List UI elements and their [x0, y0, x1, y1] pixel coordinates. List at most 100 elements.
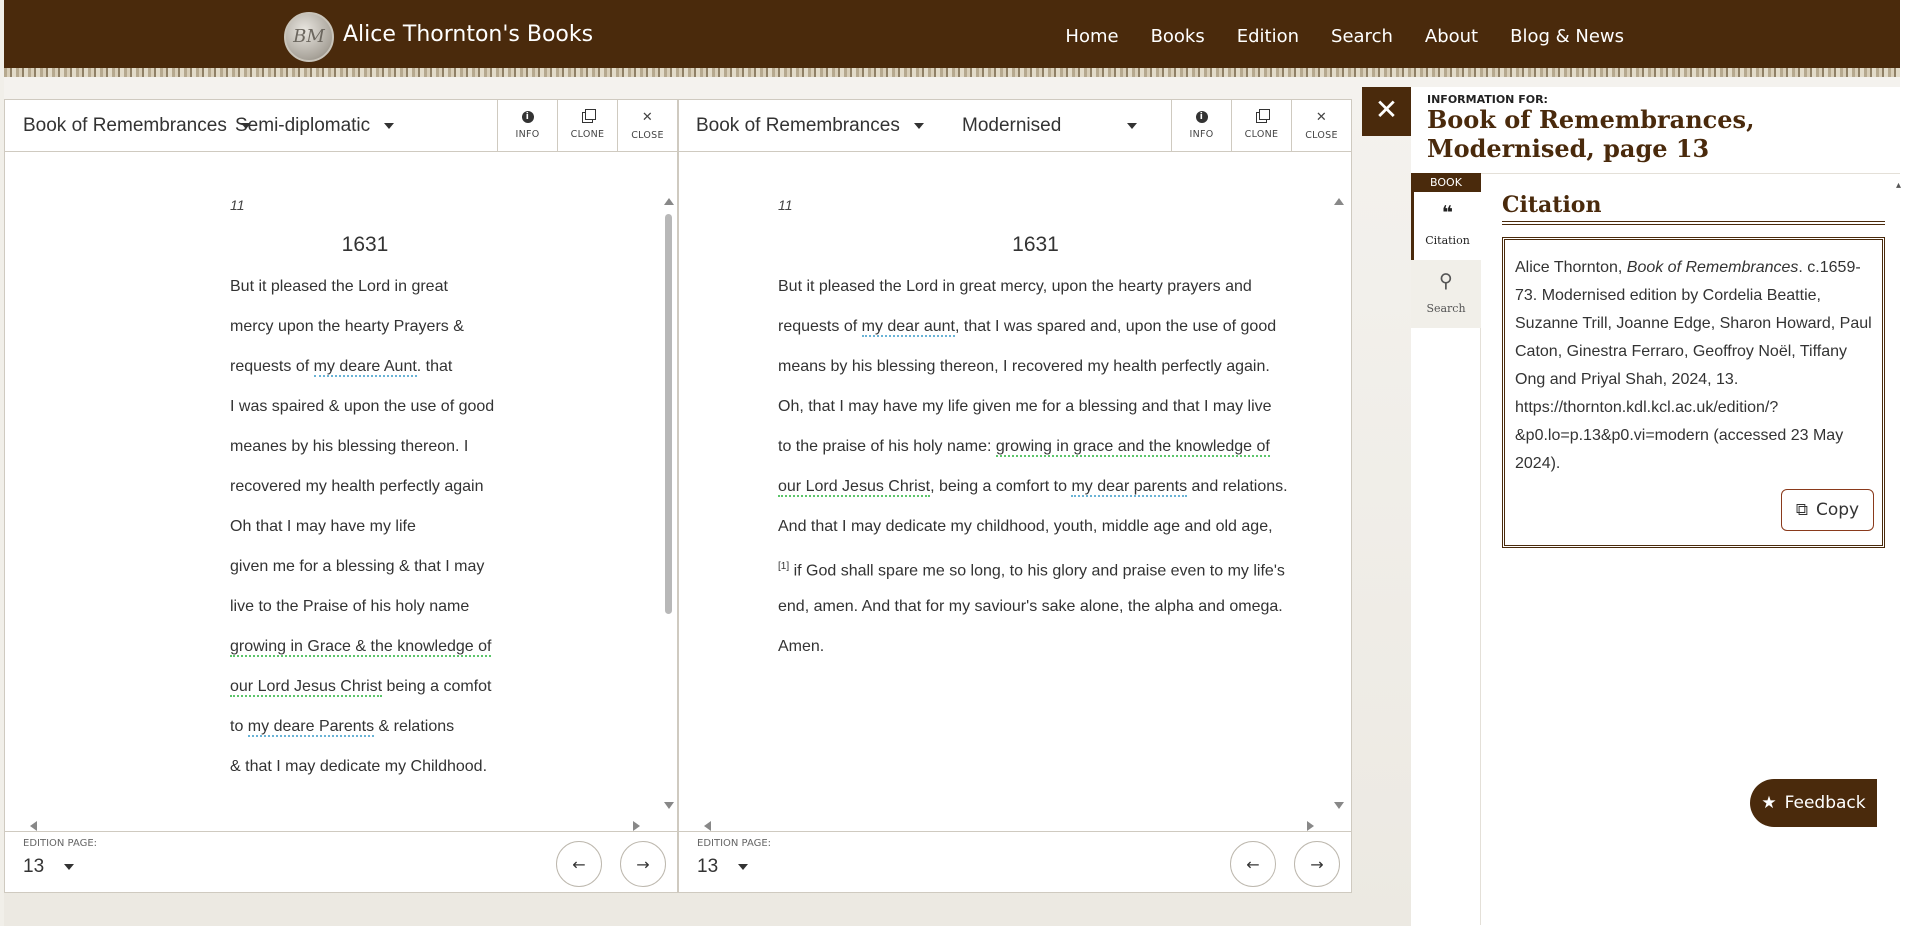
- nav-edition[interactable]: Edition: [1237, 26, 1299, 47]
- footnote-marker[interactable]: [1]: [778, 561, 789, 572]
- text-segment: . that: [416, 358, 453, 375]
- previous-page-button[interactable]: ←: [1230, 841, 1276, 887]
- vertical-scrollbar[interactable]: [661, 152, 675, 809]
- year-heading: 1631: [1012, 233, 1059, 256]
- book-select-value: Book of Remembrances: [23, 115, 227, 136]
- text-segment: mercy upon the hearty Prayers &: [230, 318, 464, 335]
- clone-button[interactable]: CLONE: [557, 100, 617, 151]
- text-segment: requests of: [778, 318, 862, 335]
- panel-tool-buttons: i INFO CLONE ✕ CLOSE: [497, 100, 677, 151]
- copy-icon: ⧉: [1795, 500, 1808, 520]
- book-select[interactable]: Book of Remembrances: [23, 115, 251, 137]
- citation-heading: Citation: [1502, 192, 1602, 218]
- text-segment: , that I was spared and, upon the use of…: [955, 318, 1277, 335]
- nav-search[interactable]: Search: [1331, 26, 1393, 47]
- text-segment: And that I may dedicate my childhood, yo…: [778, 518, 1273, 535]
- text-line: Oh that I may have my life: [230, 515, 510, 555]
- side-tabs-heading: BOOK: [1411, 173, 1481, 192]
- panel-footer: EDITION PAGE: 13 ← →: [5, 831, 677, 892]
- scroll-left-icon[interactable]: [30, 821, 37, 831]
- text-segment: recovered my health perfectly again: [230, 478, 484, 495]
- person-annotation[interactable]: my deare Aunt: [313, 358, 417, 377]
- scroll-down-icon[interactable]: [664, 802, 674, 809]
- panel-toolbar: Book of Remembrances Modernised i INFO C…: [679, 100, 1351, 152]
- edition-page-select[interactable]: 13: [23, 856, 75, 878]
- text-line: I was spaired & upon the use of good: [230, 395, 510, 435]
- next-page-button[interactable]: →: [620, 841, 666, 887]
- previous-page-button[interactable]: ←: [556, 841, 602, 887]
- site-logo[interactable]: BM: [284, 12, 334, 62]
- tab-label: Search: [1426, 302, 1466, 315]
- text-segment: & that I may dedicate my Childhood.: [230, 758, 488, 775]
- panel-tool-buttons: i INFO CLONE ✕ CLOSE: [1171, 100, 1351, 151]
- site-title[interactable]: Alice Thornton's Books: [343, 22, 593, 47]
- close-info-panel-button[interactable]: ✕: [1362, 87, 1411, 136]
- text-line: our Lord Jesus Christ being a comfot: [230, 675, 510, 715]
- phrase-annotation[interactable]: growing in grace and the knowledge of: [995, 438, 1270, 457]
- text-line: live to the Praise of his holy name: [230, 595, 510, 635]
- text-line: Oh, that I may have my life given me for…: [778, 395, 1338, 435]
- book-select[interactable]: Book of Remembrances: [696, 115, 924, 137]
- panel-footer: EDITION PAGE: 13 ← →: [679, 831, 1351, 892]
- info-button[interactable]: i INFO: [1171, 100, 1231, 151]
- scroll-right-icon[interactable]: [633, 821, 640, 831]
- next-page-button[interactable]: →: [1294, 841, 1340, 887]
- person-annotation[interactable]: my dear parents: [1071, 478, 1188, 497]
- text-line: But it pleased the Lord in great: [230, 275, 510, 315]
- text-segment: But it pleased the Lord in great: [230, 278, 448, 295]
- text-segment: & relations: [374, 718, 455, 735]
- scroll-right-icon[interactable]: [1307, 821, 1314, 831]
- info-icon: i: [521, 111, 534, 123]
- panel-toolbar: Book of Remembrances Semi-diplomatic i I…: [5, 100, 677, 152]
- view-select[interactable]: Semi-diplomatic: [235, 115, 395, 137]
- tab-citation[interactable]: ❝ Citation: [1411, 192, 1481, 260]
- star-icon: ★: [1761, 793, 1777, 813]
- view-select-value: Semi-diplomatic: [235, 115, 371, 136]
- edition-page-label: EDITION PAGE:: [23, 838, 98, 849]
- phrase-annotation[interactable]: growing in Grace & the knowledge of: [230, 638, 492, 657]
- text-line: recovered my health perfectly again: [230, 475, 510, 515]
- text-line: & that I may dedicate my Childhood.: [230, 755, 510, 795]
- clone-button[interactable]: CLONE: [1231, 100, 1291, 151]
- tab-search[interactable]: ⚲ Search: [1411, 260, 1481, 328]
- close-button[interactable]: ✕ CLOSE: [1291, 100, 1351, 151]
- info-side-tabs: BOOK ❝ Citation ⚲ Search: [1411, 173, 1481, 925]
- text-segment: given me for a blessing & that I may: [230, 558, 485, 575]
- scroll-up-icon[interactable]: [1334, 198, 1344, 205]
- collapse-arrow-icon[interactable]: ▴: [1896, 180, 1901, 191]
- text-line: [1] if God shall spare me so long, to hi…: [778, 555, 1338, 595]
- scroll-up-icon[interactable]: [664, 198, 674, 205]
- vertical-scrollbar[interactable]: [1331, 152, 1345, 809]
- main-nav: Home Books Edition Search About Blog & N…: [1065, 26, 1624, 47]
- close-button[interactable]: ✕ CLOSE: [617, 100, 677, 151]
- close-icon: ✕: [641, 109, 654, 125]
- edition-page-select[interactable]: 13: [697, 856, 749, 878]
- text-segment: But it pleased the Lord in great mercy, …: [778, 278, 1252, 295]
- scroll-down-icon[interactable]: [1334, 802, 1344, 809]
- info-panel-title: Book of Remembrances, Modernised, page 1…: [1427, 105, 1755, 163]
- copy-button[interactable]: ⧉ Copy: [1781, 489, 1874, 531]
- phrase-annotation[interactable]: our Lord Jesus Christ: [778, 478, 931, 497]
- text-segment: requests of: [230, 358, 314, 375]
- nav-home[interactable]: Home: [1065, 26, 1118, 47]
- copy-label: Copy: [1816, 500, 1860, 520]
- phrase-annotation[interactable]: our Lord Jesus Christ: [230, 678, 383, 697]
- arrow-right-icon: →: [636, 854, 650, 874]
- scroll-left-icon[interactable]: [704, 821, 711, 831]
- nav-about[interactable]: About: [1425, 26, 1478, 47]
- text-line: requests of my deare Aunt. that: [230, 355, 510, 395]
- clone-icon: [1256, 108, 1270, 123]
- info-icon: i: [1195, 111, 1208, 123]
- text-line: end, amen. And that for my saviour's sak…: [778, 595, 1338, 635]
- nav-blog-news[interactable]: Blog & News: [1510, 26, 1624, 47]
- scroll-thumb[interactable]: [665, 214, 672, 614]
- person-annotation[interactable]: my dear aunt: [861, 318, 955, 337]
- nav-books[interactable]: Books: [1151, 26, 1205, 47]
- text-segment: Oh, that I may have my life given me for…: [778, 398, 1272, 415]
- feedback-button[interactable]: ★ Feedback: [1750, 779, 1877, 827]
- view-select[interactable]: Modernised: [962, 115, 1137, 137]
- site-header: BM Alice Thornton's Books Home Books Edi…: [4, 0, 1900, 77]
- info-button[interactable]: i INFO: [497, 100, 557, 151]
- person-annotation[interactable]: my deare Parents: [247, 718, 375, 737]
- text-segment: if God shall spare me so long, to his gl…: [789, 562, 1285, 580]
